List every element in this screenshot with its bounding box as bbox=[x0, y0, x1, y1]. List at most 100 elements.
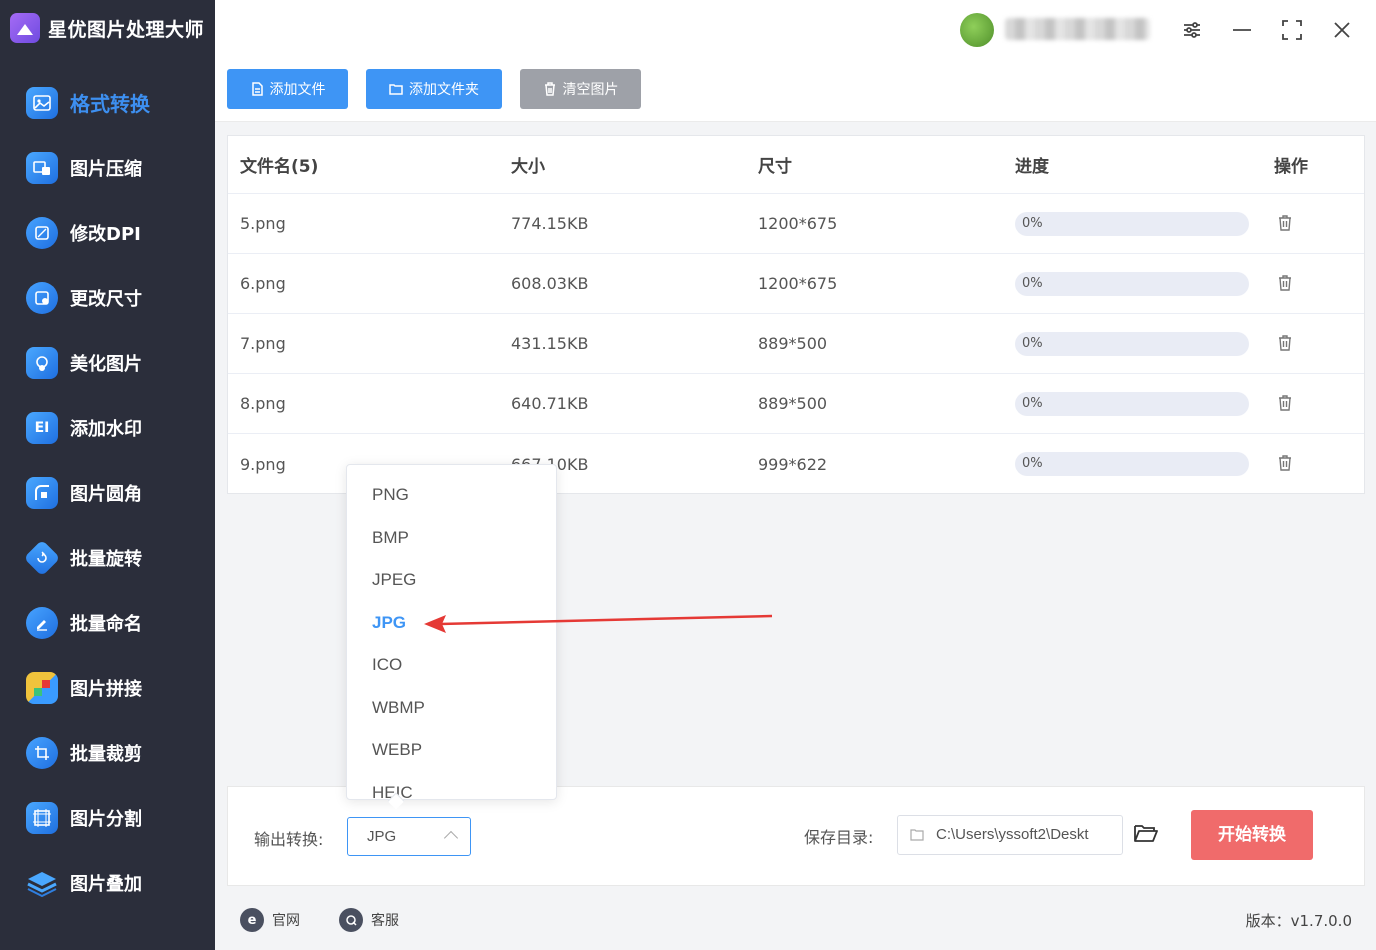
sidebar-item-dpi[interactable]: 修改DPI bbox=[0, 200, 215, 265]
folder-icon bbox=[389, 84, 403, 95]
progress-bar: 0% bbox=[1015, 391, 1249, 416]
chat-bubble-icon bbox=[339, 908, 363, 932]
file-size: 608.03KB bbox=[511, 274, 589, 293]
sidebar-item-split[interactable]: 图片分割 bbox=[0, 785, 215, 850]
sidebar-item-label: 修改DPI bbox=[70, 223, 141, 245]
format-option-bmp[interactable]: BMP bbox=[347, 517, 556, 560]
table-row: 7.png 431.15KB 889*500 0% bbox=[228, 314, 1364, 374]
add-file-label: 添加文件 bbox=[269, 82, 326, 98]
format-option-jpeg[interactable]: JPEG bbox=[347, 559, 556, 602]
app-brand: 星优图片处理大师 bbox=[10, 13, 204, 43]
format-dropdown: PNG BMP JPEG JPG ICO WBMP WEBP HEIC bbox=[346, 464, 557, 800]
format-option-wbmp[interactable]: WBMP bbox=[347, 687, 556, 730]
resize-icon bbox=[26, 281, 58, 314]
settings-sliders-icon[interactable] bbox=[1177, 14, 1207, 46]
sidebar-item-compress[interactable]: 图片压缩 bbox=[0, 135, 215, 200]
sidebar-item-rename[interactable]: 批量命名 bbox=[0, 590, 215, 655]
sidebar-item-label: 批量裁剪 bbox=[70, 743, 142, 765]
rotate-icon bbox=[23, 539, 61, 576]
file-dimensions: 889*500 bbox=[758, 334, 828, 353]
delete-row-icon[interactable] bbox=[1276, 274, 1296, 294]
file-name: 7.png bbox=[240, 334, 286, 353]
version-label: 版本：v1.7.0.0 bbox=[1245, 912, 1352, 930]
file-dimensions: 1200*675 bbox=[758, 214, 838, 233]
sidebar-item-label: 添加水印 bbox=[70, 418, 142, 440]
minimize-icon[interactable] bbox=[1227, 14, 1257, 46]
maximize-icon[interactable] bbox=[1277, 14, 1307, 46]
sidebar-item-rotate[interactable]: 批量旋转 bbox=[0, 525, 215, 590]
sidebar-item-crop[interactable]: 批量裁剪 bbox=[0, 720, 215, 785]
header-action: 操作 bbox=[1274, 157, 1308, 177]
file-icon bbox=[251, 82, 263, 96]
support-label: 客服 bbox=[371, 913, 399, 929]
sidebar-item-label: 图片叠加 bbox=[70, 873, 142, 895]
sidebar-item-round-corner[interactable]: 图片圆角 bbox=[0, 460, 215, 525]
header-dimensions: 尺寸 bbox=[758, 157, 792, 177]
format-option-webp[interactable]: WEBP bbox=[347, 729, 556, 772]
chevron-up-icon bbox=[443, 830, 459, 846]
file-name: 8.png bbox=[240, 394, 286, 413]
save-dir-label: 保存目录: bbox=[804, 828, 874, 847]
progress-bar: 0% bbox=[1015, 271, 1249, 296]
sidebar-nav: 格式转换 图片压缩 修改DPI 更改尺寸 美化图片 EI 添加水印 图片圆角 批… bbox=[0, 70, 215, 915]
clear-images-label: 清空图片 bbox=[562, 82, 619, 98]
table-header: 文件名(5) 大小 尺寸 进度 操作 bbox=[228, 136, 1364, 194]
format-option-heic[interactable]: HEIC bbox=[347, 772, 556, 800]
close-icon[interactable] bbox=[1327, 14, 1357, 46]
file-size: 431.15KB bbox=[511, 334, 589, 353]
file-dimensions: 999*622 bbox=[758, 454, 828, 474]
add-folder-button[interactable]: 添加文件夹 bbox=[366, 69, 502, 109]
delete-row-icon[interactable] bbox=[1276, 334, 1296, 354]
save-path-input[interactable]: C:\Users\yssoft2\Deskt bbox=[897, 815, 1123, 855]
format-option-ico[interactable]: ICO bbox=[347, 644, 556, 687]
website-label: 官网 bbox=[272, 913, 300, 929]
file-name: 9.png bbox=[240, 454, 286, 474]
delete-row-icon[interactable] bbox=[1276, 394, 1296, 414]
progress-bar: 0% bbox=[1015, 331, 1249, 356]
toolbar: 添加文件 添加文件夹 清空图片 bbox=[215, 60, 1376, 122]
sidebar-item-label: 美化图片 bbox=[70, 353, 142, 375]
avatar[interactable] bbox=[960, 13, 994, 47]
progress-bar: 0% bbox=[1015, 452, 1249, 476]
app-title: 星优图片处理大师 bbox=[48, 18, 205, 41]
sidebar-item-label: 图片圆角 bbox=[70, 483, 142, 505]
format-option-jpg[interactable]: JPG bbox=[347, 602, 556, 645]
sidebar-item-puzzle[interactable]: 图片拼接 bbox=[0, 655, 215, 720]
output-format-value: JPG bbox=[367, 828, 397, 845]
watermark-icon: EI bbox=[26, 411, 58, 444]
add-folder-label: 添加文件夹 bbox=[409, 82, 479, 98]
progress-bar: 0% bbox=[1015, 211, 1249, 236]
layers-icon bbox=[26, 867, 58, 899]
sidebar-item-layers[interactable]: 图片叠加 bbox=[0, 850, 215, 915]
add-file-button[interactable]: 添加文件 bbox=[227, 69, 348, 109]
sidebar-item-watermark[interactable]: EI 添加水印 bbox=[0, 395, 215, 460]
save-path-value: C:\Users\yssoft2\Deskt bbox=[936, 826, 1089, 843]
puzzle-icon bbox=[26, 671, 58, 704]
sidebar-item-format-convert[interactable]: 格式转换 bbox=[0, 70, 215, 135]
file-name: 5.png bbox=[240, 214, 286, 233]
compress-icon bbox=[26, 151, 58, 184]
sidebar-item-label: 更改尺寸 bbox=[70, 288, 142, 310]
image-convert-icon bbox=[26, 86, 58, 119]
sidebar-item-beautify[interactable]: 美化图片 bbox=[0, 330, 215, 395]
output-format-select[interactable]: JPG bbox=[347, 817, 471, 856]
sidebar-item-resize[interactable]: 更改尺寸 bbox=[0, 265, 215, 330]
round-corner-icon bbox=[26, 476, 58, 509]
footer: e 官网 客服 版本：v1.7.0.0 bbox=[215, 891, 1376, 950]
support-link[interactable]: 客服 bbox=[339, 908, 399, 932]
browse-folder-icon[interactable] bbox=[1133, 822, 1159, 848]
folder-small-icon bbox=[910, 829, 924, 841]
clear-images-button[interactable]: 清空图片 bbox=[520, 69, 641, 109]
delete-row-icon[interactable] bbox=[1276, 214, 1296, 234]
file-size: 774.15KB bbox=[511, 214, 589, 233]
website-link[interactable]: e 官网 bbox=[240, 908, 300, 932]
format-option-png[interactable]: PNG bbox=[347, 474, 556, 517]
username-blurred bbox=[1005, 18, 1150, 40]
delete-row-icon[interactable] bbox=[1276, 454, 1296, 474]
trash-icon bbox=[544, 82, 555, 96]
file-size: 640.71KB bbox=[511, 394, 589, 413]
sidebar-item-label: 图片分割 bbox=[70, 808, 142, 830]
start-convert-button[interactable]: 开始转换 bbox=[1191, 810, 1313, 860]
table-row: 5.png 774.15KB 1200*675 0% bbox=[228, 194, 1364, 254]
beautify-icon bbox=[26, 346, 58, 379]
